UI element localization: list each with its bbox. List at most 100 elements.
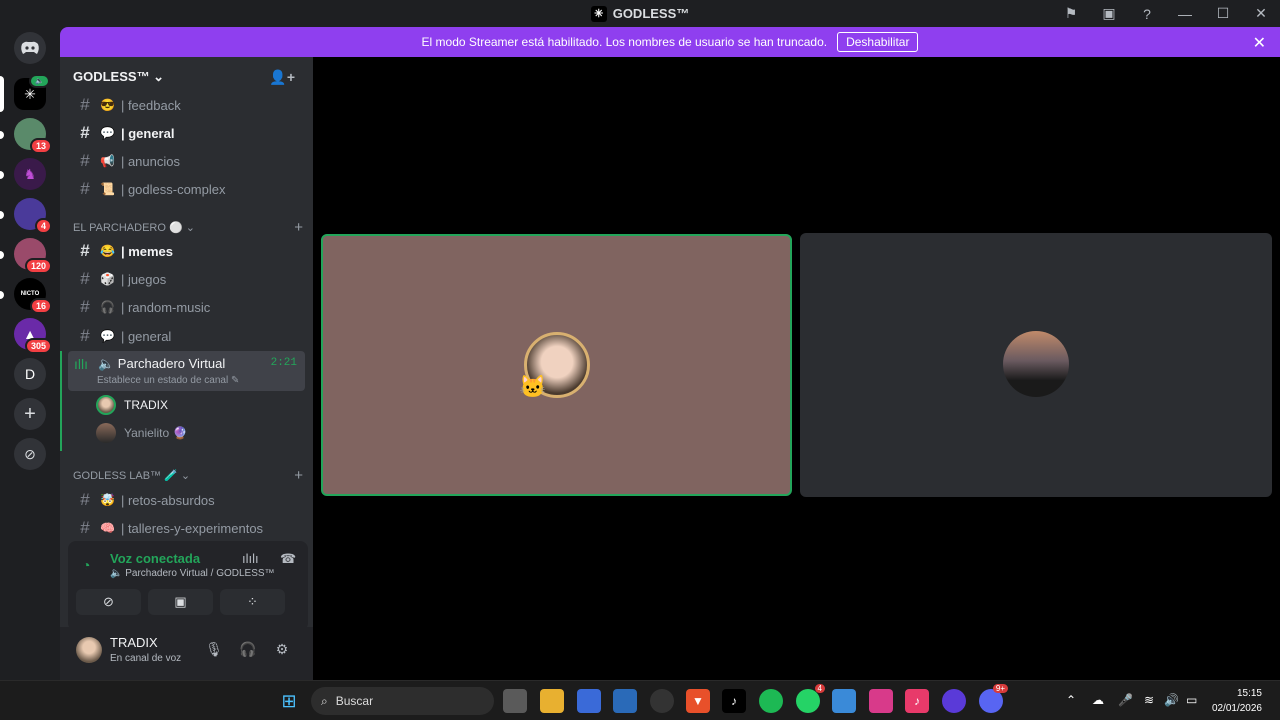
photos-icon[interactable]: [832, 689, 856, 713]
channel-general-2[interactable]: # 💬 | general: [68, 323, 305, 349]
participant-tile-speaking[interactable]: 🐱: [321, 234, 792, 496]
channel-label: | anuncios: [120, 153, 180, 169]
channel-label: | feedback: [120, 97, 181, 113]
brave-icon[interactable]: ▼: [686, 689, 710, 713]
category-godless-lab[interactable]: GODLESS LAB™ 🧪 ⌄ +: [73, 467, 303, 484]
voice-connected-title[interactable]: Voz conectada: [110, 551, 200, 566]
settings-gear-icon[interactable]: ⚙: [271, 641, 293, 658]
search-label: Buscar: [335, 694, 374, 708]
close-icon[interactable]: ✕: [1253, 33, 1266, 53]
channel-label: | memes: [120, 243, 174, 259]
voice-user-yanielito[interactable]: Yanielito 🔮: [96, 423, 187, 443]
tiktok-app-icon[interactable]: ♪: [905, 689, 929, 713]
discord-home-icon[interactable]: [14, 32, 46, 64]
channel-talleres[interactable]: # 🧠 | talleres-y-experimentos: [68, 515, 305, 541]
mail-icon[interactable]: [613, 689, 637, 713]
disconnect-icon[interactable]: ☎: [280, 551, 296, 567]
assistant-icon[interactable]: [942, 689, 966, 713]
window-title: GODLESS™: [612, 6, 690, 21]
battery-icon[interactable]: ▭: [1186, 693, 1197, 707]
channel-label: | random-music: [120, 299, 211, 315]
discover-compass-icon[interactable]: ⊘: [14, 438, 46, 470]
close-window-button[interactable]: ✕: [1242, 0, 1280, 27]
mention-badge: 13: [29, 138, 52, 154]
soundboard-button[interactable]: [290, 589, 306, 615]
user-name[interactable]: TRADIX: [110, 635, 158, 650]
instagram-icon[interactable]: [869, 689, 893, 713]
noise-suppression-icon[interactable]: ılılı: [242, 551, 259, 566]
voice-connected-subtitle[interactable]: 🔈 Parchadero Virtual / GODLESS™: [110, 568, 275, 579]
minimize-button[interactable]: —: [1166, 0, 1204, 27]
activities-button[interactable]: ⁘: [220, 589, 285, 615]
server-icon-2[interactable]: 13: [14, 118, 52, 154]
channel-godless-complex[interactable]: # 📜 | godless-complex: [68, 176, 305, 202]
server-icon-4[interactable]: 4: [14, 198, 52, 234]
avatar[interactable]: [76, 637, 102, 663]
screen-share-icon[interactable]: ▣: [1090, 0, 1128, 27]
voice-timer: 2:21: [270, 357, 297, 369]
channel-juegos[interactable]: # 🎲 | juegos: [68, 266, 305, 292]
voice-user-tradix[interactable]: TRADIX: [96, 395, 168, 415]
task-view-icon[interactable]: [503, 689, 527, 713]
taskbar-search[interactable]: ⌕ Buscar: [311, 687, 494, 715]
screen-share-button[interactable]: ▣: [148, 589, 213, 615]
maximize-button[interactable]: ☐: [1204, 0, 1242, 27]
wifi-icon[interactable]: ≋: [1144, 693, 1154, 707]
voice-channel-name: 🔈 Parchadero Virtual: [98, 356, 226, 371]
godless-app-icon[interactable]: [650, 689, 674, 713]
disable-streamer-button[interactable]: Deshabilitar: [837, 32, 919, 52]
add-channel-icon[interactable]: +: [294, 219, 303, 236]
channel-anuncios[interactable]: # 📢 | anuncios: [68, 148, 305, 174]
server-icon-3[interactable]: ♞: [14, 158, 46, 190]
spotify-icon[interactable]: [759, 689, 783, 713]
tiktok-icon[interactable]: ♪: [722, 689, 746, 713]
server-godless-icon[interactable]: ✳ 🔈: [14, 74, 50, 110]
channel-general[interactable]: # 💬 | general: [68, 120, 305, 146]
tray-chevron-icon[interactable]: ⌃: [1066, 693, 1076, 707]
discord-app: ✳ GODLESS™ ⚑ ▣ ? — ☐ ✕ ✳ 🔈 13 ♞ 4 120 NIC…: [0, 0, 1280, 720]
category-el-parchadero[interactable]: EL PARCHADERO ⚪ ⌄ +: [73, 219, 303, 236]
channel-label: | general: [120, 328, 172, 344]
notification-badge: 4: [814, 684, 825, 693]
inbox-flag-icon[interactable]: ⚑: [1052, 0, 1090, 27]
file-explorer-icon[interactable]: [540, 689, 564, 713]
discord-taskbar-icon[interactable]: 9+: [979, 684, 1008, 713]
cat-decoration-icon: 🐱: [519, 374, 547, 399]
voice-user-name: Yanielito 🔮: [124, 426, 188, 440]
invite-user-icon[interactable]: 👤+: [269, 69, 295, 86]
emoji-icon: 📢: [100, 154, 115, 168]
voice-user-name: TRADIX: [124, 398, 169, 412]
headphones-icon[interactable]: 🎧: [237, 641, 259, 658]
channel-retos-absurdos[interactable]: # 🤯 | retos-absurdos: [68, 487, 305, 513]
help-icon[interactable]: ?: [1128, 0, 1166, 27]
server-icon-d[interactable]: D: [14, 358, 46, 390]
banner-text: El modo Streamer está habilitado. Los no…: [421, 35, 828, 49]
set-channel-status[interactable]: Establece un estado de canal ✎: [97, 375, 239, 386]
server-header[interactable]: GODLESS™ ⌄ 👤+: [60, 57, 313, 97]
onedrive-icon[interactable]: ☁: [1092, 693, 1104, 707]
server-icon-nicto[interactable]: NICTO 16: [14, 278, 52, 314]
add-server-icon[interactable]: +: [14, 398, 46, 430]
camera-off-icon: ⊘: [103, 594, 114, 609]
taskbar-clock[interactable]: 15:15 02/01/2026: [1212, 686, 1262, 716]
voice-active-icon: 🔈: [29, 74, 50, 88]
volume-icon[interactable]: 🔊: [1164, 693, 1179, 707]
channel-feedback[interactable]: # 😎 | feedback: [68, 92, 305, 118]
server-icon-5[interactable]: 120: [14, 238, 52, 274]
participant-tile[interactable]: [800, 233, 1272, 497]
hash-icon: #: [80, 241, 90, 260]
voice-channel-parchadero[interactable]: ıllı 🔈 Parchadero Virtual 2:21 Establece…: [68, 351, 305, 391]
camera-off-button[interactable]: ⊘: [76, 589, 141, 615]
hash-icon: #: [80, 151, 90, 170]
windows-start-icon[interactable]: ⊞: [277, 689, 301, 713]
channel-memes[interactable]: # 😂 | memes: [68, 238, 305, 264]
microphone-tray-icon[interactable]: 🎤: [1118, 693, 1133, 707]
server-icon-7[interactable]: ▲ 305: [14, 318, 52, 354]
channel-random-music[interactable]: # 🎧 | random-music: [68, 294, 305, 320]
store-icon[interactable]: [577, 689, 601, 713]
mention-badge: 305: [24, 338, 52, 354]
add-channel-icon[interactable]: +: [294, 467, 303, 484]
microphone-icon[interactable]: 🎙: [203, 641, 225, 658]
whatsapp-icon[interactable]: 4: [796, 684, 825, 713]
forum-icon: #: [80, 490, 90, 509]
